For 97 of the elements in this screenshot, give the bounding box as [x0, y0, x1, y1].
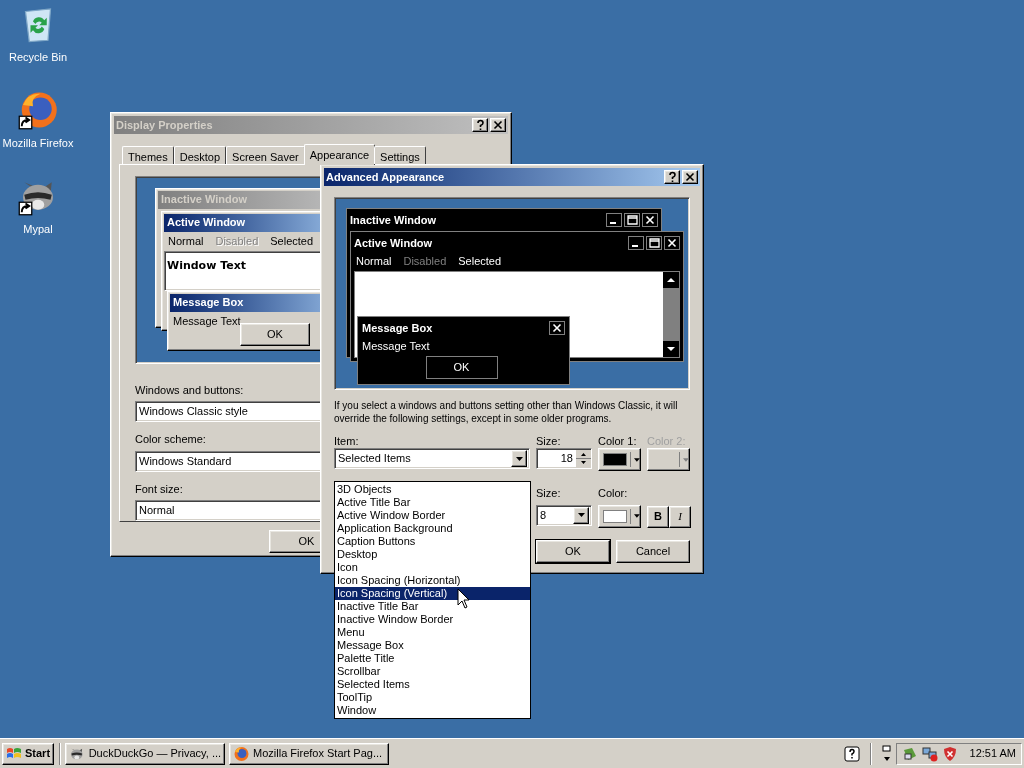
scrollbar[interactable]: [663, 272, 679, 357]
list-item[interactable]: Window: [335, 704, 530, 717]
help-icon: [666, 171, 678, 183]
sample-menu-entry[interactable]: Selected: [458, 253, 502, 270]
ok-button[interactable]: OK: [536, 539, 610, 563]
mouse-cursor-icon: [457, 588, 470, 609]
field-label: Color 1:: [598, 435, 638, 447]
window-title: Inactive Window: [350, 212, 437, 228]
computers-warning-icon[interactable]: [921, 745, 938, 762]
sample-menu-entry[interactable]: Selected: [270, 232, 314, 250]
maximize-button[interactable]: [646, 236, 662, 250]
field-label: Size:: [536, 486, 562, 501]
close-icon: [666, 237, 678, 249]
window-title: Active Window: [167, 215, 246, 231]
help-icon[interactable]: [843, 745, 860, 762]
color-picker-button[interactable]: [647, 448, 690, 471]
tab[interactable]: Desktop: [173, 145, 227, 164]
list-item[interactable]: Menu: [335, 626, 530, 639]
tab[interactable]: Themes: [122, 145, 174, 164]
maximize-icon: [648, 237, 660, 249]
list-item[interactable]: Icon: [335, 561, 530, 574]
close-icon: [684, 171, 696, 183]
list-item[interactable]: 3D Objects: [335, 483, 530, 496]
sample-menu-entry[interactable]: Disabled: [403, 253, 447, 270]
close-icon: [492, 118, 504, 131]
desktop-icon-label[interactable]: Recycle Bin: [8, 51, 68, 64]
list-item[interactable]: Message Box: [335, 639, 530, 652]
field-label: Font size:: [135, 481, 183, 497]
minimize-icon: [610, 222, 616, 224]
list-item[interactable]: Icon Spacing (Horizontal): [335, 574, 530, 587]
scroll-down-icon[interactable]: [663, 341, 679, 357]
field-label: Windows and buttons:: [135, 382, 244, 398]
ok-button[interactable]: OK: [240, 322, 310, 346]
close-button[interactable]: [664, 236, 680, 250]
close-button[interactable]: [549, 321, 565, 335]
maximize-button[interactable]: [624, 213, 640, 227]
dropdown-field[interactable]: Selected Items: [334, 448, 530, 469]
cancel-button[interactable]: Cancel: [616, 539, 690, 563]
close-icon: [644, 214, 656, 226]
ok-button[interactable]: OK: [425, 355, 498, 379]
italic-button[interactable]: I: [669, 505, 691, 528]
help-icon: [474, 118, 486, 131]
sample-menu-entry[interactable]: Normal: [356, 253, 392, 270]
window-title: Active Window: [354, 235, 433, 251]
field-label: Color scheme:: [135, 432, 206, 447]
down-arrow-icon: [515, 456, 523, 461]
color-picker-button[interactable]: [598, 448, 641, 471]
list-item[interactable]: Palette Title: [335, 652, 530, 665]
scroll-up-icon[interactable]: [663, 272, 679, 288]
list-item[interactable]: Scrollbar: [335, 665, 530, 678]
firefox-icon: [233, 745, 250, 762]
dropdown-field[interactable]: 8: [536, 504, 592, 526]
down-arrow-icon: [577, 513, 585, 517]
down-arrow-icon: [683, 457, 689, 462]
message-text: Message Text: [173, 313, 241, 329]
network-icon[interactable]: [901, 745, 918, 762]
message-text: Message Text: [362, 339, 431, 354]
minimize-button[interactable]: [606, 213, 622, 227]
list-item[interactable]: ToolTip: [335, 691, 530, 704]
taskbar-button[interactable]: Mozilla Firefox Start Pag...: [229, 742, 390, 765]
help-button[interactable]: [664, 170, 680, 184]
desktop-icon-label[interactable]: Mozilla Firefox: [2, 137, 74, 150]
list-item[interactable]: Selected Items: [335, 678, 530, 691]
field-label: Size:: [536, 435, 562, 447]
window-title: Message Box: [362, 320, 433, 336]
field-label: Color:: [598, 486, 629, 501]
window-text: Window Text: [167, 258, 246, 272]
close-button[interactable]: [642, 213, 658, 227]
spinner-arrows-icon[interactable]: [576, 450, 591, 467]
tab[interactable]: Appearance: [303, 143, 376, 165]
field-label: Item:: [334, 435, 359, 447]
list-item[interactable]: Icon Spacing (Vertical): [335, 587, 530, 600]
shield-icon[interactable]: [941, 745, 958, 762]
windows-switch-icon[interactable]: [881, 744, 892, 763]
list-item[interactable]: Inactive Window Border: [335, 613, 530, 626]
window-title: Display Properties: [116, 117, 213, 133]
color-picker-button[interactable]: [598, 504, 641, 528]
down-arrow-icon: [634, 514, 640, 518]
desktop-icon-label[interactable]: Mypal: [23, 223, 53, 236]
sample-menu-entry[interactable]: Normal: [168, 232, 204, 250]
close-icon: [551, 322, 563, 334]
window-title: Inactive Window: [161, 192, 248, 208]
bold-button[interactable]: B: [647, 505, 669, 528]
tab[interactable]: Screen Saver: [226, 145, 305, 164]
down-arrow-icon: [634, 457, 640, 462]
start-button[interactable]: Start: [2, 742, 55, 765]
window-title: Advanced Appearance: [326, 169, 445, 185]
minimize-icon: [632, 245, 638, 247]
size-spinner[interactable]: 18: [536, 448, 592, 469]
window-title: Message Box: [173, 295, 244, 311]
list-item[interactable]: Inactive Title Bar: [335, 600, 530, 613]
taskbar-button[interactable]: DuckDuckGo — Privacy, ...: [65, 742, 226, 765]
windows-logo-icon: [6, 746, 22, 761]
tab[interactable]: Settings: [374, 145, 426, 164]
help-button[interactable]: [472, 117, 488, 132]
maximize-icon: [626, 214, 638, 226]
minimize-button[interactable]: [628, 236, 644, 250]
